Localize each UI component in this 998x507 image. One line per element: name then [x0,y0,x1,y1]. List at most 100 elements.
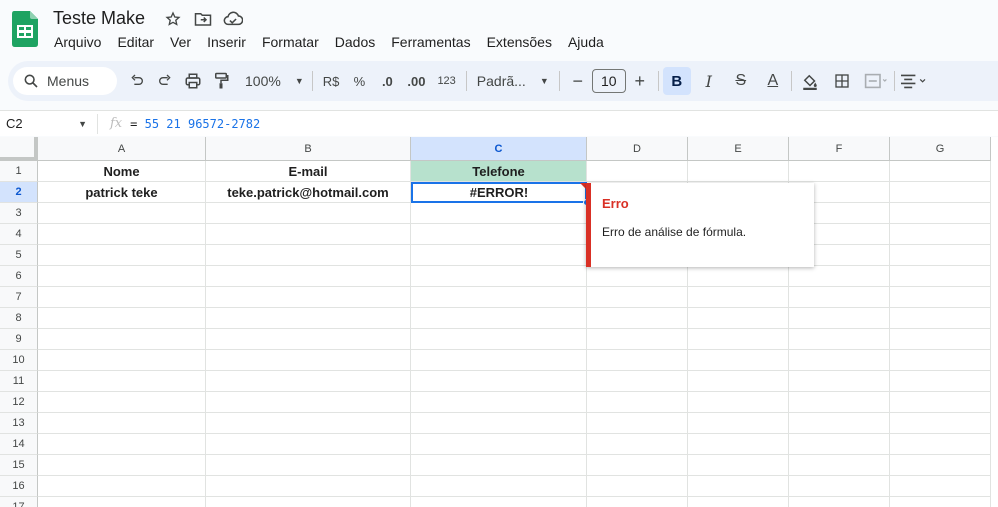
cell-e6[interactable] [688,266,789,287]
cell-e10[interactable] [688,350,789,371]
cell-c5[interactable] [411,245,587,266]
cell-c13[interactable] [411,413,587,434]
cell-e14[interactable] [688,434,789,455]
cell-d7[interactable] [587,287,688,308]
italic-button[interactable]: I [695,67,723,95]
font-size-input[interactable]: 10 [591,69,626,93]
paint-format-button[interactable] [207,67,235,95]
cell-f9[interactable] [789,329,890,350]
cell-b6[interactable] [206,266,411,287]
horizontal-align-button[interactable] [899,67,927,95]
cell-a10[interactable] [38,350,206,371]
cell-g13[interactable] [890,413,991,434]
cell-g9[interactable] [890,329,991,350]
cell-c7[interactable] [411,287,587,308]
row-header-16[interactable]: 16 [0,476,38,497]
cell-g2[interactable] [890,182,991,203]
cell-d14[interactable] [587,434,688,455]
row-header-7[interactable]: 7 [0,287,38,308]
cell-d12[interactable] [587,392,688,413]
cell-a2[interactable]: patrick teke [38,182,206,203]
cell-d9[interactable] [587,329,688,350]
menu-arquivo[interactable]: Arquivo [46,32,109,52]
cell-c10[interactable] [411,350,587,371]
cell-b16[interactable] [206,476,411,497]
cell-c12[interactable] [411,392,587,413]
cloud-status-icon[interactable] [223,9,243,29]
increase-font-size-button[interactable]: + [626,67,654,95]
print-button[interactable] [179,67,207,95]
cell-b9[interactable] [206,329,411,350]
cell-b10[interactable] [206,350,411,371]
cell-a7[interactable] [38,287,206,308]
menu-dados[interactable]: Dados [327,32,383,52]
cell-d10[interactable] [587,350,688,371]
cell-c3[interactable] [411,203,587,224]
cell-c15[interactable] [411,455,587,476]
zoom-select[interactable]: 100% ▼ [235,67,308,95]
cell-a8[interactable] [38,308,206,329]
search-menus[interactable]: Menus [13,67,117,95]
cell-c9[interactable] [411,329,587,350]
menu-formatar[interactable]: Formatar [254,32,327,52]
cell-a17[interactable] [38,497,206,507]
select-all-corner[interactable] [0,137,38,161]
sheets-logo-icon[interactable] [12,11,38,47]
cell-g11[interactable] [890,371,991,392]
increase-decimal-button[interactable]: .00 [401,67,431,95]
cell-d15[interactable] [587,455,688,476]
menu-ajuda[interactable]: Ajuda [560,32,612,52]
cell-g1[interactable] [890,161,991,182]
cell-a1[interactable]: Nome [38,161,206,182]
row-header-6[interactable]: 6 [0,266,38,287]
row-header-3[interactable]: 3 [0,203,38,224]
cell-f10[interactable] [789,350,890,371]
cell-f13[interactable] [789,413,890,434]
cell-c2[interactable]: #ERROR! [411,182,587,203]
cell-g4[interactable] [890,224,991,245]
row-header-9[interactable]: 9 [0,329,38,350]
cell-b2[interactable]: teke.patrick@hotmail.com [206,182,411,203]
fill-color-button[interactable] [796,67,824,95]
cell-a15[interactable] [38,455,206,476]
cell-b7[interactable] [206,287,411,308]
row-header-5[interactable]: 5 [0,245,38,266]
cell-b3[interactable] [206,203,411,224]
row-header-4[interactable]: 4 [0,224,38,245]
cell-f6[interactable] [789,266,890,287]
cell-a11[interactable] [38,371,206,392]
cell-a14[interactable] [38,434,206,455]
row-header-11[interactable]: 11 [0,371,38,392]
cell-e11[interactable] [688,371,789,392]
cell-b15[interactable] [206,455,411,476]
row-header-8[interactable]: 8 [0,308,38,329]
menu-ver[interactable]: Ver [162,32,199,52]
cell-e8[interactable] [688,308,789,329]
cell-c4[interactable] [411,224,587,245]
name-box[interactable]: C2 ▼ [0,113,98,134]
document-title[interactable]: Teste Make [53,8,145,29]
cell-a4[interactable] [38,224,206,245]
cell-g12[interactable] [890,392,991,413]
decrease-decimal-button[interactable]: .0 [373,67,401,95]
cell-e16[interactable] [688,476,789,497]
cell-c17[interactable] [411,497,587,507]
cell-g7[interactable] [890,287,991,308]
row-header-13[interactable]: 13 [0,413,38,434]
merge-cells-button[interactable] [862,67,890,95]
column-header-a[interactable]: A [38,137,206,161]
cell-b4[interactable] [206,224,411,245]
cell-d17[interactable] [587,497,688,507]
cell-b14[interactable] [206,434,411,455]
cell-f14[interactable] [789,434,890,455]
undo-button[interactable] [123,67,151,95]
cell-g16[interactable] [890,476,991,497]
cell-g5[interactable] [890,245,991,266]
cell-e15[interactable] [688,455,789,476]
strikethrough-button[interactable]: S [727,67,755,95]
column-header-f[interactable]: F [789,137,890,161]
cell-a13[interactable] [38,413,206,434]
column-header-b[interactable]: B [206,137,411,161]
cell-b8[interactable] [206,308,411,329]
row-header-1[interactable]: 1 [0,161,38,182]
